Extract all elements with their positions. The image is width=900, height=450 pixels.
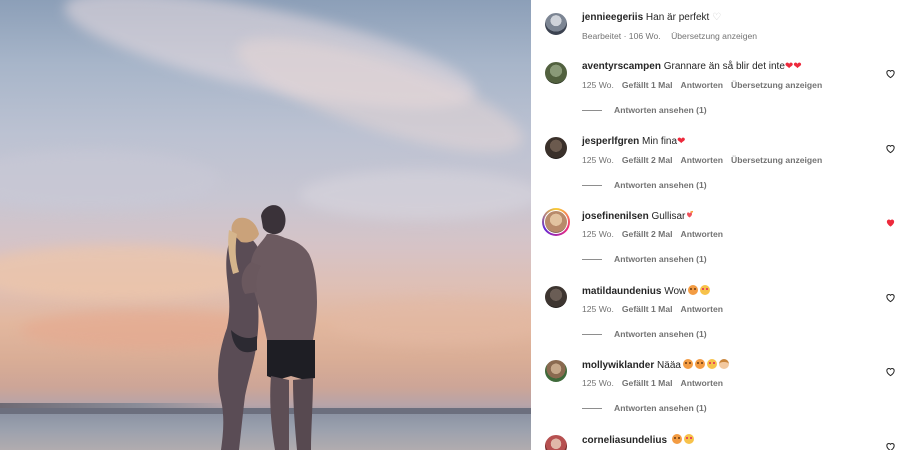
reply-button[interactable]: Antworten bbox=[680, 155, 723, 165]
heart-eyes-emoji bbox=[700, 284, 711, 295]
view-replies-label[interactable]: Antworten ansehen (1) bbox=[614, 329, 707, 339]
comment-meta: 125 Wo. Gefällt 2 Mal Antworten Übersetzung… bbox=[582, 155, 830, 165]
comment-username[interactable]: aventyrscampen bbox=[582, 61, 661, 72]
avatar-image bbox=[544, 210, 568, 234]
comment-body: Nääa bbox=[657, 360, 681, 371]
pleading-face-emoji bbox=[694, 359, 705, 369]
view-replies-label[interactable]: Antworten ansehen (1) bbox=[614, 254, 707, 264]
comment-text-line: matildaundenius Wow bbox=[582, 284, 711, 298]
comment-like-count[interactable]: Gefällt 2 Mal bbox=[622, 229, 673, 239]
caption-meta: Bearbeitet · 106 Wo. bbox=[582, 31, 661, 41]
avatar[interactable] bbox=[544, 135, 568, 160]
replies-divider bbox=[582, 333, 602, 335]
comment-username[interactable]: mollywiklander bbox=[582, 360, 654, 371]
comment-meta: 125 Wo. Gefällt 1 Mal Antworten Übersetzung… bbox=[582, 80, 830, 90]
comment-username[interactable]: corneliasundelius bbox=[582, 435, 667, 446]
view-replies[interactable]: Antworten ansehen (1) bbox=[582, 254, 707, 264]
heart-outline-icon[interactable] bbox=[885, 66, 896, 79]
baby-emoji bbox=[718, 359, 729, 369]
comment-age: 125 Wo. bbox=[582, 80, 614, 90]
view-replies[interactable]: Antworten ansehen (1) bbox=[582, 180, 707, 190]
replies-divider bbox=[582, 259, 602, 261]
comment-age: 125 Wo. bbox=[582, 154, 614, 165]
comment-body: Grannare än så blir det inte bbox=[663, 61, 785, 72]
comments-panel[interactable]: jennieegeriis Han är perfekt ♡ Bearbeite… bbox=[531, 0, 900, 450]
comment-text-line: josefinenilsen Gullisar bbox=[582, 210, 695, 223]
translate-link[interactable]: Übersetzung anzeigen bbox=[731, 80, 822, 90]
comment-text-line: corneliasundelius bbox=[582, 433, 694, 447]
comment-body: Min fina bbox=[642, 135, 678, 147]
comment-username[interactable]: josefinenilsen bbox=[582, 211, 649, 222]
comment-text-line: mollywiklander Nääa bbox=[582, 359, 729, 372]
avatar-image bbox=[544, 284, 568, 309]
pleading-face-emoji bbox=[671, 433, 682, 444]
comment-meta: 125 Wo. Gefällt 2 Mal Antworten bbox=[582, 229, 731, 239]
heart-outline-icon[interactable] bbox=[885, 364, 896, 377]
comment-text-line: aventyrscampen Grannare än så blir det i… bbox=[582, 61, 802, 73]
hearts-emoji bbox=[685, 210, 695, 220]
caption-username[interactable]: jennieegeriis bbox=[582, 12, 643, 23]
avatar-image bbox=[544, 61, 568, 85]
couple-silhouette bbox=[218, 205, 317, 450]
heart-outline-icon[interactable] bbox=[885, 439, 896, 450]
reply-button[interactable]: Antworten bbox=[680, 378, 723, 388]
replies-divider bbox=[582, 110, 602, 112]
sky-cloud bbox=[330, 300, 531, 345]
heart-eyes-emoji bbox=[706, 359, 717, 369]
comment-like-count[interactable]: Gefällt 1 Mal bbox=[622, 378, 673, 388]
comment-body: Wow bbox=[664, 285, 687, 297]
translate-link[interactable]: Übersetzung anzeigen bbox=[731, 155, 822, 165]
heart-outline-icon[interactable] bbox=[885, 141, 896, 153]
heart-eyes-emoji bbox=[683, 433, 694, 444]
reply-button[interactable]: Antworten bbox=[680, 80, 723, 90]
avatar[interactable] bbox=[544, 61, 568, 85]
replies-divider bbox=[582, 184, 602, 186]
red-heart-emoji: ❤ bbox=[677, 135, 686, 147]
pleading-face-emoji bbox=[688, 284, 699, 295]
white-heart-emoji: ♡ bbox=[712, 12, 722, 23]
view-replies-label[interactable]: Antworten ansehen (1) bbox=[614, 180, 707, 190]
comment-username[interactable]: matildaundenius bbox=[582, 286, 661, 297]
avatar[interactable] bbox=[544, 359, 568, 383]
view-replies[interactable]: Antworten ansehen (1) bbox=[582, 105, 707, 115]
red-heart-emoji: ❤ bbox=[793, 61, 802, 72]
avatar[interactable] bbox=[542, 208, 570, 236]
comment-age: 125 Wo. bbox=[582, 378, 614, 388]
pleading-face-emoji bbox=[682, 359, 693, 369]
view-replies[interactable]: Antworten ansehen (1) bbox=[582, 329, 707, 339]
reply-button[interactable]: Antworten bbox=[680, 304, 723, 314]
comment-age: 125 Wo. bbox=[582, 229, 614, 239]
heart-outline-icon[interactable] bbox=[885, 290, 896, 302]
caption-text: Han är perfekt bbox=[645, 12, 710, 23]
view-replies-label[interactable]: Antworten ansehen (1) bbox=[614, 105, 707, 115]
heart-filled-icon[interactable] bbox=[885, 215, 896, 227]
view-replies[interactable]: Antworten ansehen (1) bbox=[582, 403, 707, 413]
avatar[interactable] bbox=[544, 284, 568, 309]
comment-username[interactable]: jesperlfgren bbox=[582, 136, 639, 147]
comment-meta: 125 Wo. Gefällt 1 Mal Antworten bbox=[582, 304, 731, 314]
post-photo[interactable] bbox=[0, 0, 531, 450]
comment-body: Gullisar bbox=[651, 211, 686, 222]
view-replies-label[interactable]: Antworten ansehen (1) bbox=[614, 403, 707, 413]
avatar-image bbox=[544, 433, 568, 450]
comment-meta: 125 Wo. Gefällt 1 Mal Antworten bbox=[582, 378, 731, 388]
comment-like-count[interactable]: Gefällt 1 Mal bbox=[622, 80, 673, 90]
comment-like-count[interactable]: Gefällt 1 Mal bbox=[622, 304, 673, 314]
comment-like-count[interactable]: Gefällt 2 Mal bbox=[622, 155, 673, 165]
avatar-image bbox=[544, 359, 568, 383]
avatar-image bbox=[544, 135, 568, 160]
translate-link[interactable]: Übersetzung anzeigen bbox=[671, 31, 757, 41]
replies-divider bbox=[582, 408, 602, 410]
sky-cloud bbox=[0, 150, 220, 210]
comment-age: 125 Wo. bbox=[582, 303, 614, 314]
reply-button[interactable]: Antworten bbox=[680, 229, 723, 239]
avatar[interactable] bbox=[544, 12, 568, 36]
avatar[interactable] bbox=[544, 433, 568, 450]
comment-text-line: jesperlfgren Min fina❤ bbox=[582, 136, 685, 148]
